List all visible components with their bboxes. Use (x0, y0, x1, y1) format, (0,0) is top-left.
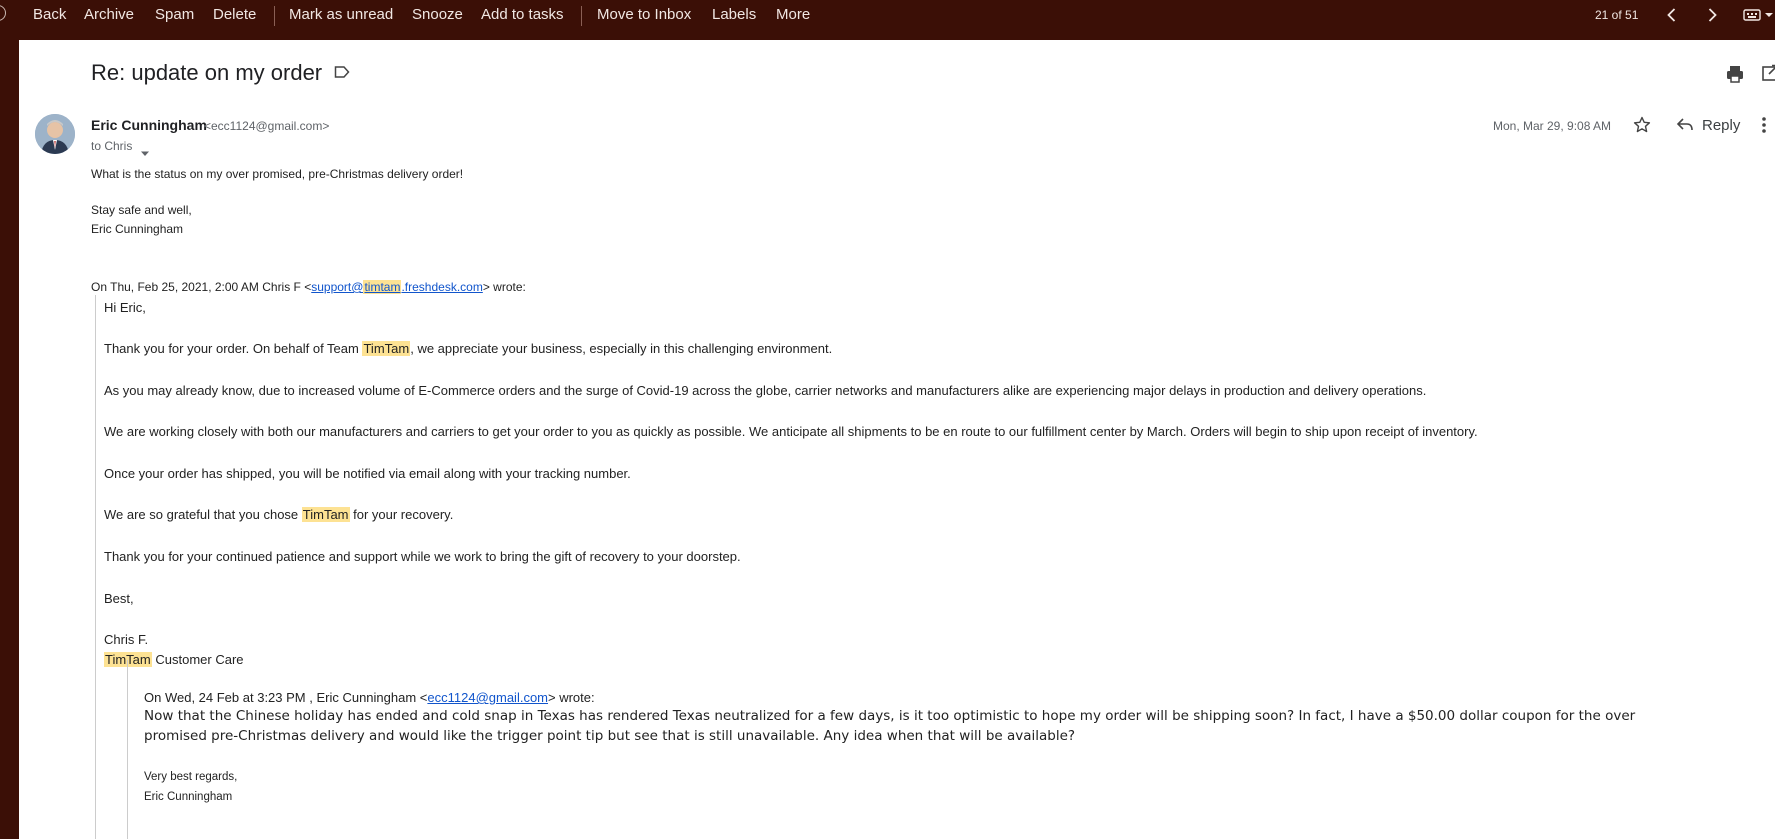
quote-paragraph: Thank you for your order. On behalf of T… (104, 341, 832, 356)
top-toolbar: Back Archive Spam Delete Mark as unread … (0, 0, 1775, 40)
sender-name: Eric Cunningham (91, 117, 207, 133)
email-view: Re: update on my order Eric Cunningham <… (19, 40, 1775, 839)
email-date: Mon, Mar 29, 9:08 AM (1493, 119, 1612, 133)
signature-greeting: Stay safe and well, (91, 203, 192, 217)
show-details-icon[interactable] (140, 144, 150, 162)
label-tag-icon[interactable] (334, 65, 350, 84)
more-vertical-icon[interactable] (1761, 116, 1767, 139)
print-icon[interactable] (1725, 64, 1745, 89)
link-part: support@ (311, 280, 364, 294)
avatar[interactable] (35, 114, 75, 154)
email-subject: Re: update on my order (91, 60, 323, 85)
mark-unread-button[interactable]: Mark as unread (289, 0, 393, 30)
toolbar-divider (581, 6, 582, 26)
highlighted-term: TimTam (301, 507, 350, 522)
highlighted-term: timtam (363, 280, 402, 294)
sender-email-link[interactable]: ecc1124@gmail.com (427, 690, 548, 705)
text-fragment: > wrote: (548, 690, 595, 705)
toolbar-divider (274, 6, 275, 26)
recipient-line: to Chris (91, 139, 133, 153)
link-part: .freshdesk.com (401, 280, 483, 294)
star-icon[interactable] (1633, 116, 1651, 139)
back-button[interactable]: Back (33, 0, 66, 30)
support-email-link[interactable]: support@timtam.freshdesk.com (311, 280, 483, 294)
move-to-inbox-button[interactable]: Move to Inbox (597, 0, 691, 30)
text-fragment: Thank you for your order. On behalf of T… (104, 341, 363, 356)
text-fragment: Customer Care (151, 652, 244, 667)
keyboard-icon[interactable] (1743, 5, 1775, 25)
text-fragment: On Wed, 24 Feb at 3:23 PM , Eric Cunning… (144, 690, 428, 705)
quote-signature-name: Chris F. (104, 632, 149, 647)
quote-header: On Thu, Feb 25, 2021, 2:00 AM Chris F <s… (91, 280, 526, 294)
spam-button[interactable]: Spam (155, 0, 194, 30)
quote-signature-team: TimTam Customer Care (104, 652, 244, 667)
add-to-tasks-button[interactable]: Add to tasks (481, 0, 564, 30)
quote-header-suffix: > wrote: (482, 280, 526, 294)
message-body: What is the status on my over promised, … (91, 167, 464, 181)
text-fragment: , we appreciate your business, especiall… (410, 341, 833, 356)
quote-greeting: Hi Eric, (104, 300, 146, 315)
labels-button[interactable]: Labels (712, 0, 756, 30)
nested-quote-closing: Very best regards, (144, 771, 238, 783)
snooze-button[interactable]: Snooze (412, 0, 463, 30)
quote-bar (95, 295, 96, 839)
nested-quote-header: On Wed, 24 Feb at 3:23 PM , Eric Cunning… (144, 690, 595, 705)
nested-quote-bar (127, 660, 128, 839)
archive-button[interactable]: Archive (84, 0, 134, 30)
reply-button[interactable]: Reply (1702, 117, 1740, 134)
chevron-right-icon[interactable] (1702, 5, 1722, 25)
open-in-new-window-icon[interactable] (1761, 63, 1775, 88)
sender-email: <ecc1124@gmail.com> (204, 119, 330, 133)
nested-quote-signature: Eric Cunningham (144, 791, 233, 803)
reply-icon[interactable] (1676, 117, 1694, 138)
circle-icon (0, 5, 6, 21)
quote-paragraph: We are working closely with both our man… (104, 424, 1478, 439)
pagination-count: 21 of 51 (1595, 8, 1639, 22)
quote-paragraph: As you may already know, due to increase… (104, 383, 1427, 398)
quote-paragraph: We are so grateful that you chose TimTam… (104, 507, 453, 522)
text-fragment: We are so grateful that you chose (104, 507, 302, 522)
text-fragment: for your recovery. (349, 507, 454, 522)
chevron-left-icon[interactable] (1662, 5, 1682, 25)
quote-paragraph: Once your order has shipped, you will be… (104, 466, 631, 481)
highlighted-term: TimTam (362, 341, 411, 356)
signature-name: Eric Cunningham (91, 222, 184, 236)
quote-closing: Best, (104, 591, 134, 606)
more-button[interactable]: More (776, 0, 810, 30)
nested-quote-body: Now that the Chinese holiday has ended a… (144, 708, 1636, 724)
nested-quote-body: promised pre-Christmas delivery and woul… (144, 728, 1076, 744)
quote-paragraph: Thank you for your continued patience an… (104, 549, 741, 564)
delete-button[interactable]: Delete (213, 0, 256, 30)
quote-header-prefix: On Thu, Feb 25, 2021, 2:00 AM Chris F < (91, 280, 312, 294)
